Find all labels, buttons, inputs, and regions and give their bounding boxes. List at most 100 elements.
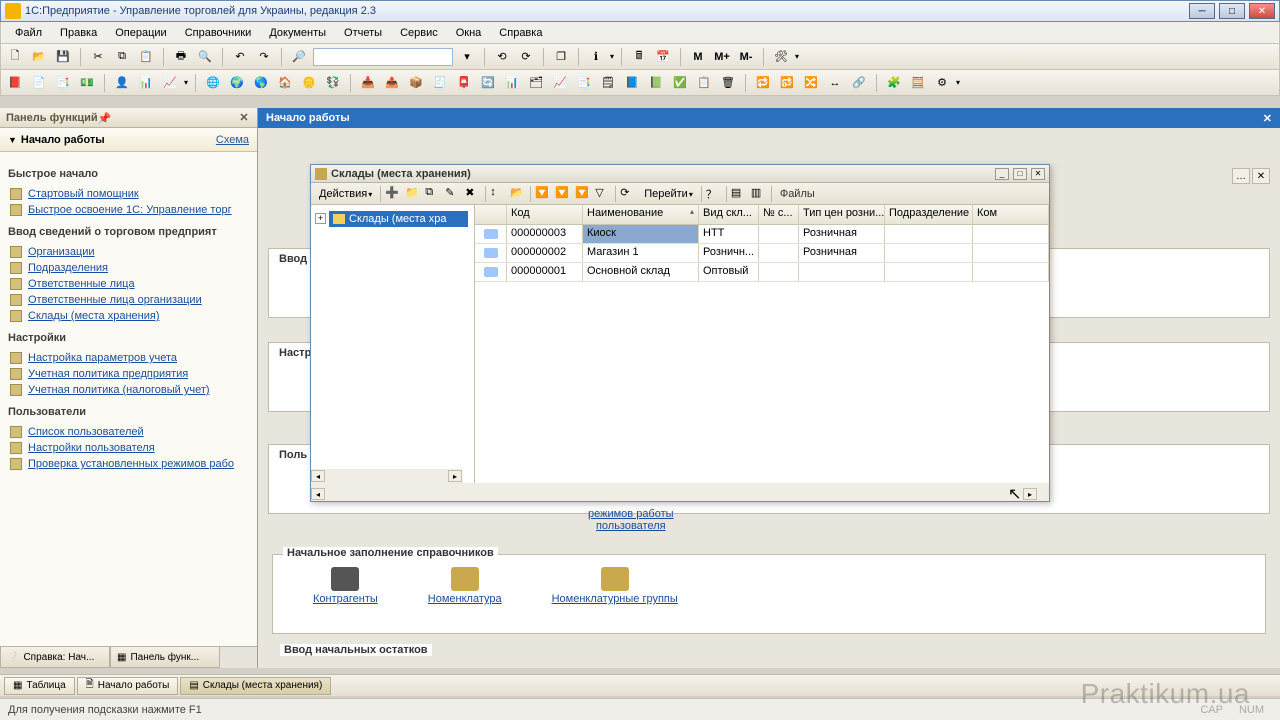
col-code[interactable]: Код	[507, 205, 583, 224]
sync4-icon[interactable]: ↔	[825, 73, 845, 93]
open-icon[interactable]: 📂	[29, 47, 49, 67]
move-to-group-icon[interactable]: 📂	[510, 186, 526, 202]
sidebar-link[interactable]: Настройка параметров учета	[4, 350, 253, 366]
copy-row-icon[interactable]: ⧉	[425, 186, 441, 202]
edit-icon[interactable]: ✎	[445, 186, 461, 202]
dialog-maximize-button[interactable]: □	[1013, 168, 1027, 180]
menu-ops[interactable]: Операции	[107, 25, 174, 41]
col-comment[interactable]: Ком	[973, 205, 1049, 224]
table-row[interactable]: 000000001Основной складОптовый	[475, 263, 1049, 282]
col-kind[interactable]: Вид скл...	[699, 205, 759, 224]
viewmode1-icon[interactable]: ▤	[731, 186, 747, 202]
op11-icon[interactable]: 🗒	[598, 73, 618, 93]
op14-icon[interactable]: ✅	[670, 73, 690, 93]
sidebar-link[interactable]: Учетная политика предприятия	[4, 366, 253, 382]
dialog-close-button[interactable]: ✕	[1031, 168, 1045, 180]
sidebar-link[interactable]: Список пользователей	[4, 424, 253, 440]
misc1-icon[interactable]: 🧩	[884, 73, 904, 93]
misc2-icon[interactable]: 🧮	[908, 73, 928, 93]
op4-icon[interactable]: 🧾	[430, 73, 450, 93]
tree-expand-icon[interactable]: +	[315, 213, 326, 224]
actions-button[interactable]: Действия▾	[315, 188, 376, 200]
menu-srv[interactable]: Сервис	[392, 25, 446, 41]
coin-icon[interactable]: 🪙	[299, 73, 319, 93]
mem-sub-icon[interactable]: M-	[736, 47, 756, 67]
gl2-icon[interactable]: 🌍	[227, 73, 247, 93]
page-close-icon[interactable]: ✕	[1263, 112, 1272, 125]
sidebar-link[interactable]: Организации	[4, 244, 253, 260]
info-dd-icon[interactable]: ▾	[610, 52, 614, 61]
menu-edit[interactable]: Правка	[52, 25, 105, 41]
mem-show-icon[interactable]: M	[688, 47, 708, 67]
sidebar-link[interactable]: Быстрое освоение 1С: Управление торг	[4, 202, 253, 218]
search-icon[interactable]: 🔎	[289, 47, 309, 67]
op15-icon[interactable]: 📋	[694, 73, 714, 93]
add-icon[interactable]: ➕	[385, 186, 401, 202]
minimize-button[interactable]: ─	[1189, 3, 1215, 19]
sidebar-link[interactable]: Стартовый помощник	[4, 186, 253, 202]
ref-nomenclature[interactable]: Номенклатура	[428, 567, 502, 605]
filter-clear-icon[interactable]: ▽	[595, 186, 611, 202]
close-button[interactable]: ✕	[1249, 3, 1275, 19]
help2-icon[interactable]: ？	[706, 186, 722, 202]
graph-dd-icon[interactable]: ▾	[184, 78, 188, 87]
task-warehouses[interactable]: ▤Склады (места хранения)	[180, 677, 331, 695]
copy-icon[interactable]: ⧉	[112, 47, 132, 67]
chart-icon[interactable]: 📊	[136, 73, 156, 93]
gl1-icon[interactable]: 🌐	[203, 73, 223, 93]
col-ptype[interactable]: Тип цен розни...	[799, 205, 885, 224]
table-row[interactable]: 000000002Магазин 1Розничн...Розничная	[475, 244, 1049, 263]
sync2-icon[interactable]: 🔂	[777, 73, 797, 93]
op6-icon[interactable]: 🔄	[478, 73, 498, 93]
refresh-icon[interactable]: ⟲	[492, 47, 512, 67]
grid-scroll-right[interactable]: ▸	[1023, 488, 1037, 500]
col-dept[interactable]: Подразделение	[885, 205, 973, 224]
mem-add-icon[interactable]: M+	[712, 47, 732, 67]
doc-list-icon[interactable]: 📄	[29, 73, 49, 93]
op16-icon[interactable]: 🗑	[718, 73, 738, 93]
search-input[interactable]	[313, 48, 453, 66]
menu-docs[interactable]: Документы	[261, 25, 334, 41]
new-icon[interactable]: 🗋	[5, 47, 25, 67]
col-mark[interactable]	[475, 205, 507, 224]
move-up-icon[interactable]: ↕	[490, 186, 506, 202]
calendar-icon[interactable]: 📅	[653, 47, 673, 67]
filter-settings-icon[interactable]: 🔽	[575, 186, 591, 202]
op1-icon[interactable]: 📥	[358, 73, 378, 93]
sidebar-link[interactable]: Склады (места хранения)	[4, 308, 253, 324]
sync5-icon[interactable]: 🔗	[849, 73, 869, 93]
filter1-icon[interactable]: 🔽	[535, 186, 551, 202]
sync1-icon[interactable]: 🔁	[753, 73, 773, 93]
refresh2-icon[interactable]: ⟳	[620, 186, 636, 202]
col-name[interactable]: Наименование▴	[583, 205, 699, 224]
menu-file[interactable]: Файл	[7, 25, 50, 41]
op12-icon[interactable]: 📘	[622, 73, 642, 93]
calc-icon[interactable]: 🖩	[629, 47, 649, 67]
doc-red-icon[interactable]: 📕	[5, 73, 25, 93]
preview-icon[interactable]: 🔍	[195, 47, 215, 67]
menu-ref[interactable]: Справочники	[177, 25, 260, 41]
op2-icon[interactable]: 📤	[382, 73, 402, 93]
tab-functions[interactable]: ▦ Панель функ...	[110, 647, 220, 668]
redo-icon[interactable]: ↷	[254, 47, 274, 67]
graph-icon[interactable]: 📈	[160, 73, 180, 93]
tools-dd-icon[interactable]: ▾	[795, 52, 799, 61]
ref-contragents[interactable]: Контрагенты	[313, 567, 378, 605]
warehouse-icon[interactable]: 🏠	[275, 73, 295, 93]
pin-icon[interactable]: 📌	[98, 112, 110, 124]
tab-help[interactable]: ❔ Справка: Нач...	[0, 647, 110, 668]
search-dd-icon[interactable]: ▾	[457, 47, 477, 67]
windows-icon[interactable]: ❐	[551, 47, 571, 67]
tree-root-selected[interactable]: Склады (места хра	[329, 211, 468, 227]
ref-nomenclature-groups[interactable]: Номенклатурные группы	[552, 567, 678, 605]
op9-icon[interactable]: 📈	[550, 73, 570, 93]
hint-link[interactable]: режимов работыпользователя	[588, 508, 674, 532]
dialog-tree[interactable]: + Склады (места хра ◂ ▸	[311, 205, 475, 483]
col-num[interactable]: № с...	[759, 205, 799, 224]
sidebar-link[interactable]: Проверка установленных режимов рабо	[4, 456, 253, 472]
doc-money-icon[interactable]: 💵	[77, 73, 97, 93]
paste-icon[interactable]: 📋	[136, 47, 156, 67]
op13-icon[interactable]: 📗	[646, 73, 666, 93]
add-group-icon[interactable]: 📁	[405, 186, 421, 202]
print-icon[interactable]: 🖶	[171, 47, 191, 67]
